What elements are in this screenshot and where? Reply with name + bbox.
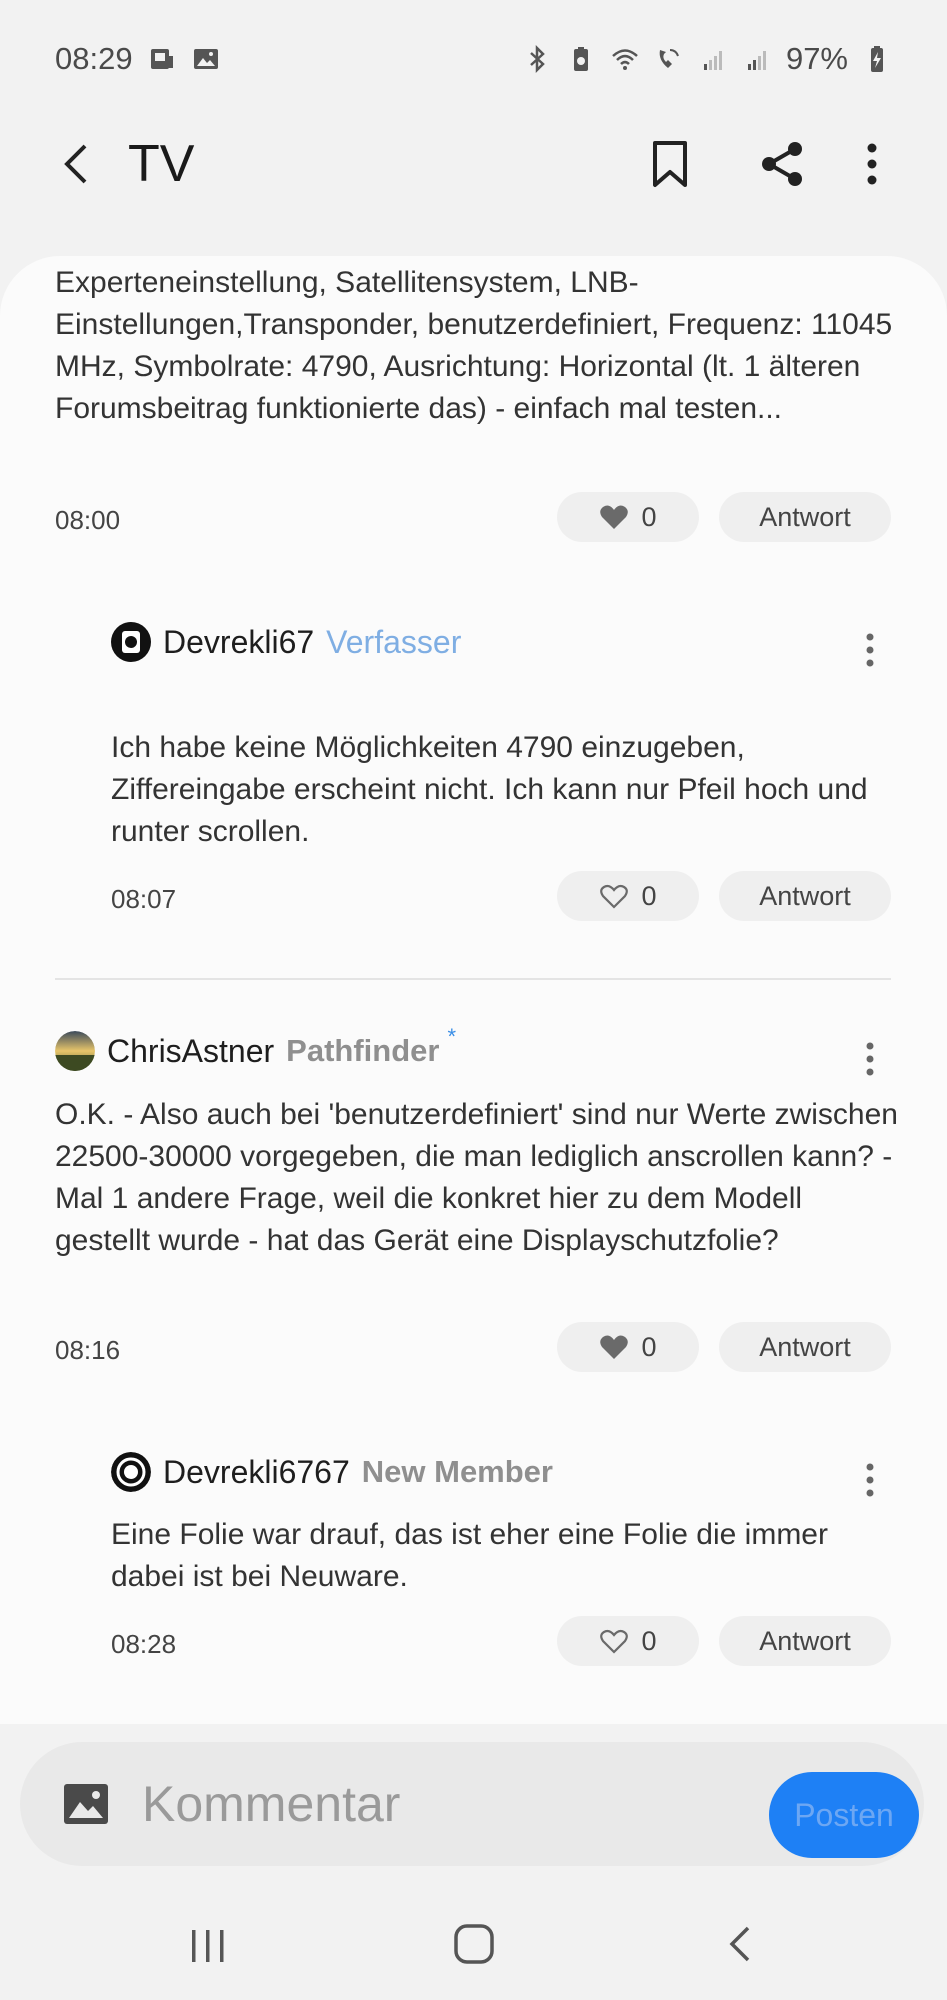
page-title: TV bbox=[128, 135, 195, 193]
comment-text: O.K. - Also auch bei 'benutzerdefiniert'… bbox=[55, 1098, 898, 1257]
share-icon bbox=[762, 142, 802, 186]
signal-2-icon bbox=[747, 51, 766, 70]
heart-outline-icon bbox=[600, 884, 629, 909]
comment-text: Experteneinstellung, Satellitensystem, L… bbox=[55, 266, 893, 425]
reply-button[interactable]: Antwort bbox=[719, 492, 891, 542]
comment-more-button[interactable] bbox=[855, 1458, 885, 1502]
more-options-button[interactable] bbox=[844, 134, 900, 194]
comment-composer: Posten bbox=[20, 1742, 924, 1866]
more-vertical-icon bbox=[866, 1463, 874, 1497]
like-count: 0 bbox=[641, 501, 657, 532]
comment-author: ChrisAstner Pathfinder * bbox=[55, 1024, 460, 1071]
author-name[interactable]: Devrekli67 bbox=[163, 624, 314, 661]
author-badge: Pathfinder bbox=[286, 1033, 440, 1068]
avatar bbox=[55, 1031, 95, 1071]
comment-time: 08:16 bbox=[55, 1335, 121, 1365]
comment-text: Eine Folie war drauf, das ist eher eine … bbox=[111, 1518, 828, 1593]
comment-text: Ich habe keine Möglichkeiten 4790 einzug… bbox=[111, 731, 868, 848]
recents-button[interactable] bbox=[186, 1926, 232, 1966]
screenshot-notification-icon bbox=[150, 49, 173, 69]
share-button[interactable] bbox=[752, 134, 812, 194]
author-badge: New Member bbox=[361, 1454, 553, 1489]
avatar bbox=[111, 1452, 151, 1492]
comment-time: 08:28 bbox=[111, 1629, 177, 1659]
attach-image-button[interactable] bbox=[62, 1780, 112, 1828]
avatar-image bbox=[112, 623, 150, 661]
comment-more-button[interactable] bbox=[855, 1037, 885, 1081]
battery-percent: 97% bbox=[785, 41, 848, 76]
comment-author: Devrekli67 Verfasser bbox=[111, 622, 461, 662]
back-button[interactable] bbox=[48, 136, 104, 192]
post-button[interactable]: Posten bbox=[769, 1772, 919, 1858]
image-icon bbox=[64, 1784, 108, 1824]
badge-star: * bbox=[447, 1024, 457, 1049]
like-count: 0 bbox=[641, 880, 657, 911]
like-count: 0 bbox=[641, 1625, 657, 1656]
status-bar-left: 08:29 bbox=[55, 41, 221, 77]
heart-filled-icon bbox=[600, 1335, 629, 1359]
home-button[interactable] bbox=[452, 1922, 496, 1966]
like-button[interactable]: 0 bbox=[557, 1322, 699, 1372]
author-name[interactable]: Devrekli6767 bbox=[163, 1454, 350, 1491]
wifi-icon bbox=[612, 49, 638, 70]
author-badge: Verfasser bbox=[326, 623, 462, 660]
like-button[interactable]: 0 bbox=[557, 492, 699, 542]
more-vertical-icon bbox=[866, 1042, 874, 1076]
like-button[interactable]: 0 bbox=[557, 871, 699, 921]
battery-saver-icon bbox=[573, 47, 588, 71]
system-back-button[interactable] bbox=[722, 1922, 758, 1966]
reply-button[interactable]: Antwort bbox=[719, 1616, 891, 1666]
avatar-image bbox=[111, 1452, 151, 1492]
status-time: 08:29 bbox=[55, 41, 133, 76]
avatar bbox=[111, 622, 151, 662]
recents-icon bbox=[192, 1930, 224, 1962]
reply-button[interactable]: Antwort bbox=[719, 871, 891, 921]
bluetooth-icon bbox=[530, 44, 545, 74]
more-vertical-icon bbox=[867, 143, 877, 185]
author-name[interactable]: ChrisAstner bbox=[107, 1033, 274, 1070]
comments-card: Experteneinstellung, Satellitensystem, L… bbox=[0, 256, 947, 1724]
system-navigation-bar bbox=[0, 1880, 947, 2000]
bookmark-icon bbox=[653, 141, 687, 187]
home-icon bbox=[454, 1924, 494, 1964]
comment-author: Devrekli6767 New Member bbox=[111, 1452, 553, 1492]
status-bar-right: 97% bbox=[522, 41, 892, 77]
thread-divider bbox=[55, 978, 891, 980]
like-button[interactable]: 0 bbox=[557, 1616, 699, 1666]
status-bar: 08:29 97% bbox=[0, 0, 947, 118]
comment-more-button[interactable] bbox=[855, 628, 885, 672]
back-chevron-icon bbox=[729, 1926, 750, 1962]
comment-input[interactable] bbox=[142, 1772, 662, 1836]
reply-button[interactable]: Antwort bbox=[719, 1322, 891, 1372]
comment-time: 08:00 bbox=[55, 505, 121, 535]
signal-1-icon bbox=[703, 51, 722, 70]
app-bar: TV bbox=[0, 118, 947, 210]
heart-outline-icon bbox=[600, 1629, 629, 1654]
heart-filled-icon bbox=[600, 505, 629, 529]
bookmark-button[interactable] bbox=[640, 134, 700, 194]
comment-time: 08:07 bbox=[111, 884, 177, 914]
wifi-calling-icon bbox=[659, 49, 679, 68]
like-count: 0 bbox=[641, 1331, 657, 1362]
battery-charging-icon bbox=[871, 46, 883, 72]
avatar-image bbox=[55, 1031, 95, 1071]
gallery-notification-icon bbox=[193, 49, 218, 69]
more-vertical-icon bbox=[866, 633, 874, 667]
back-arrow-icon bbox=[64, 144, 87, 184]
